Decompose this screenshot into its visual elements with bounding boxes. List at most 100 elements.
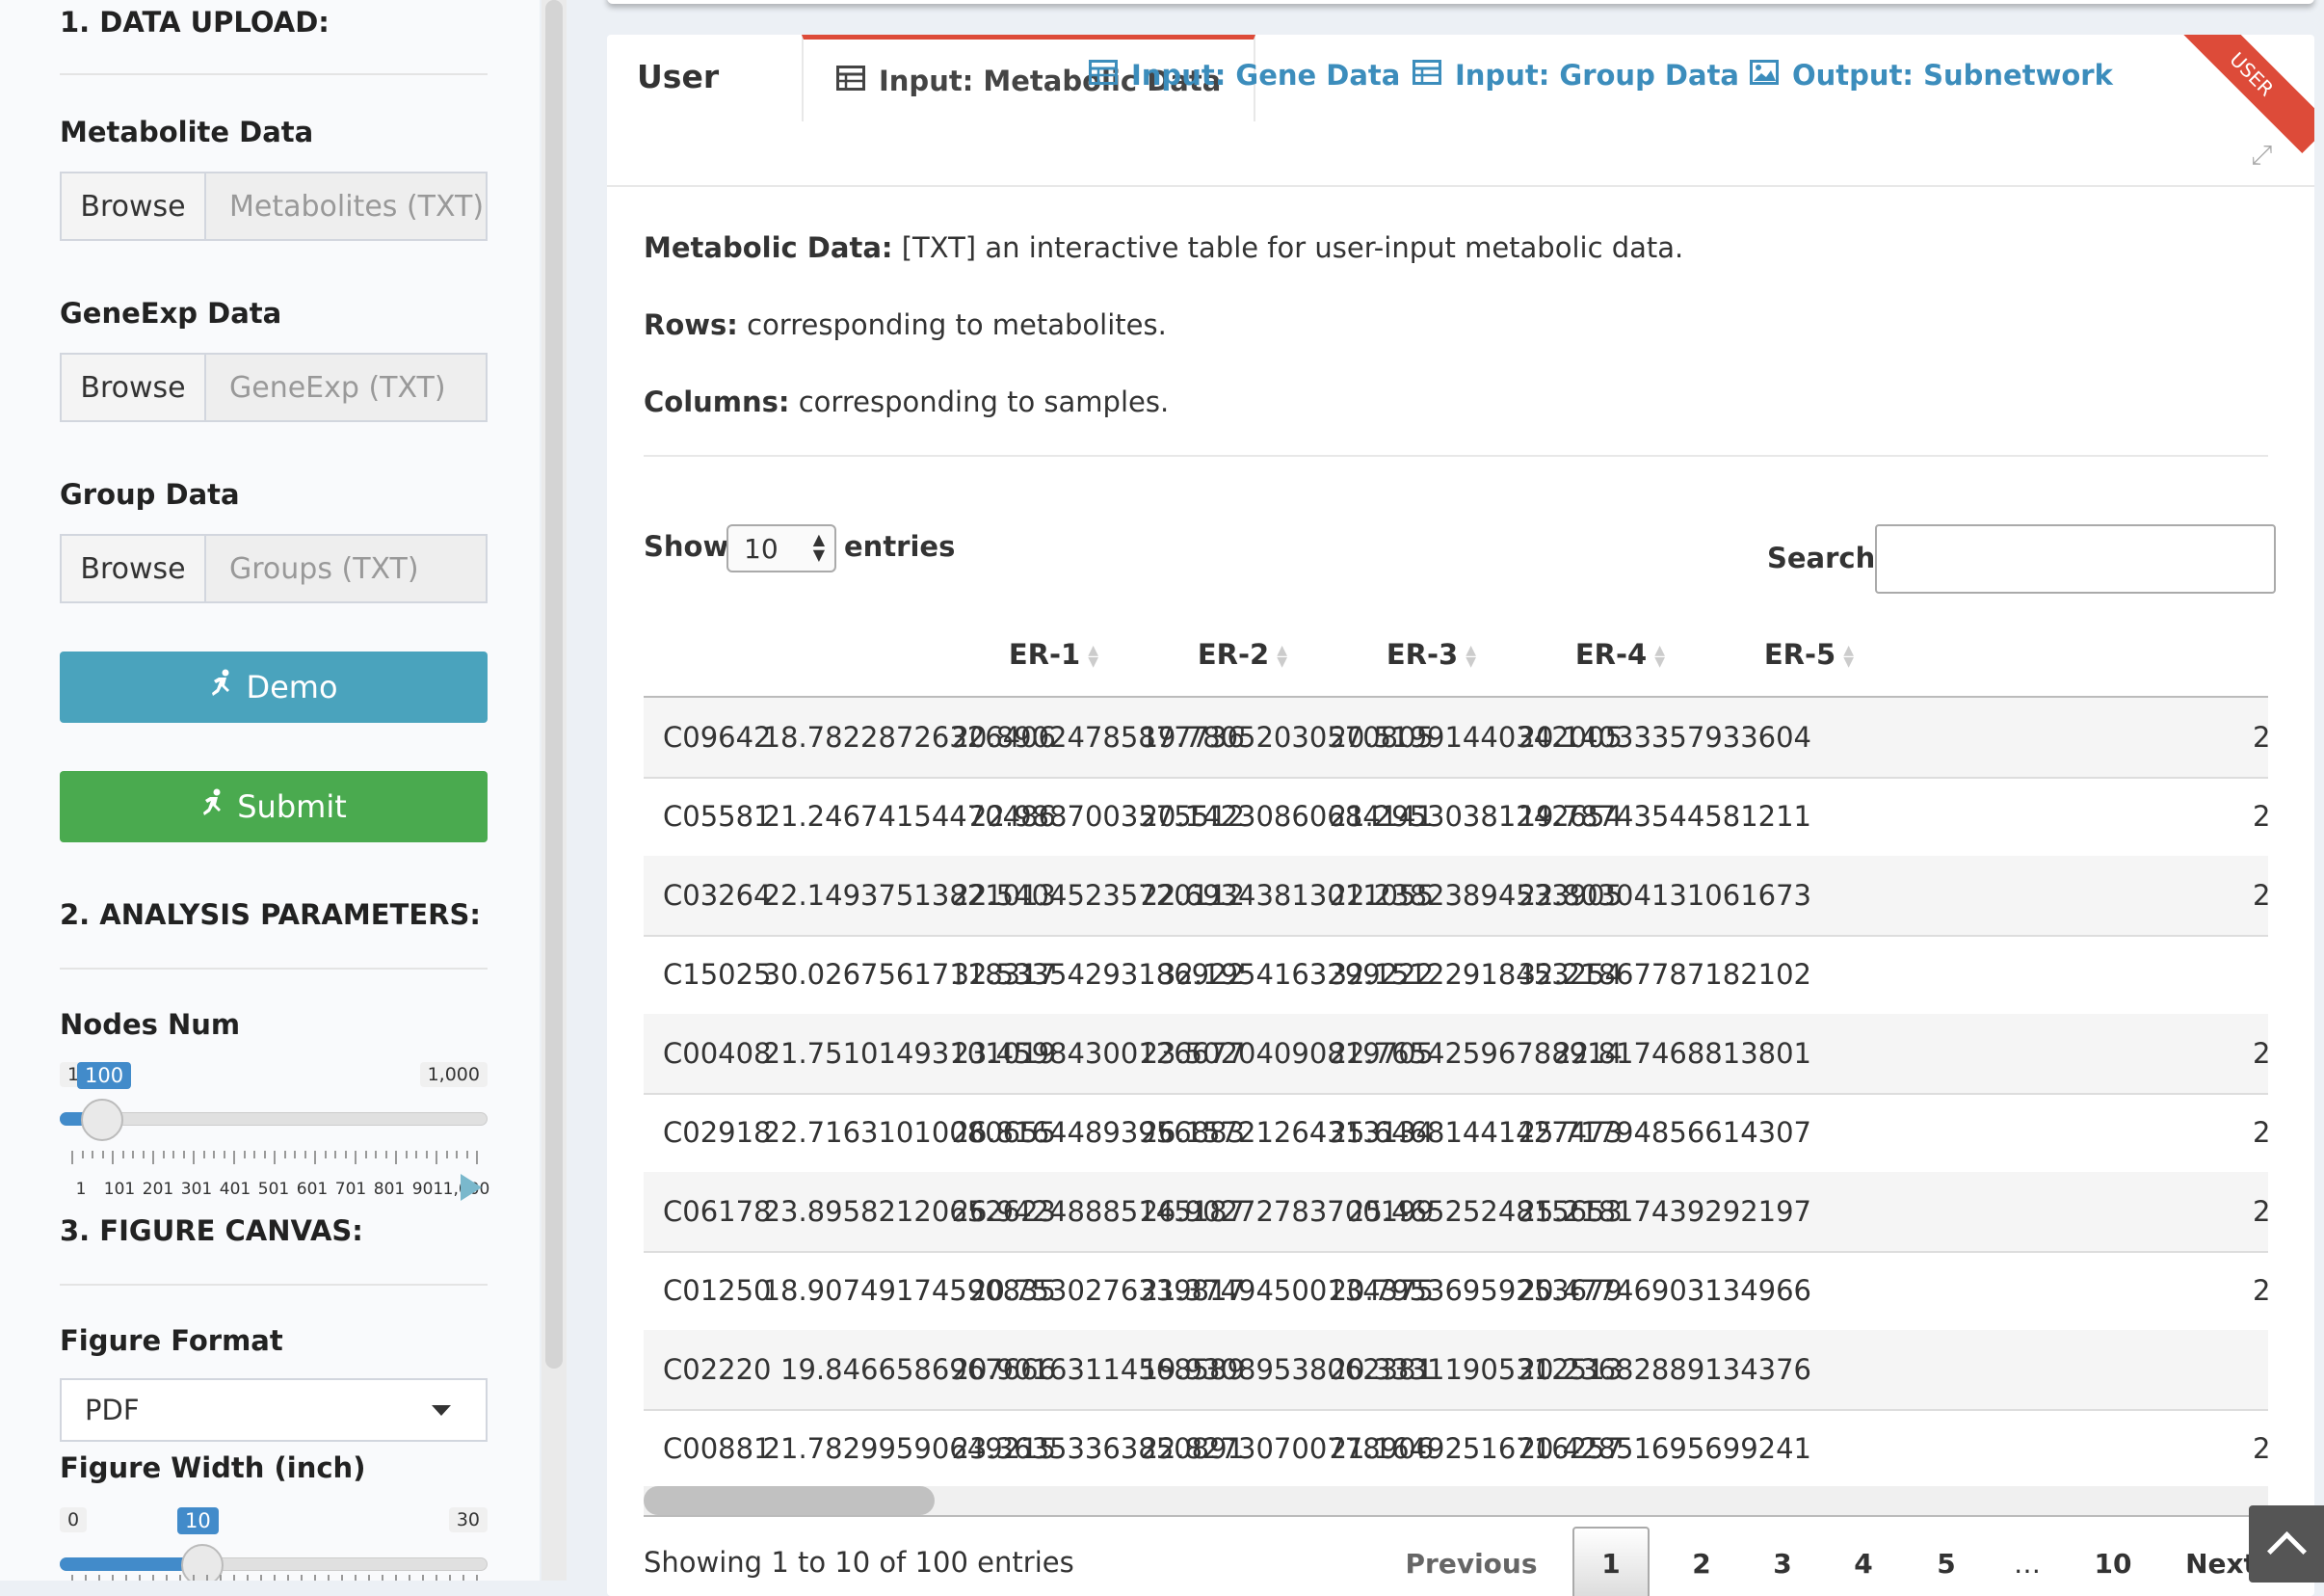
divider bbox=[644, 1515, 2268, 1517]
caret-down-icon bbox=[432, 1405, 451, 1416]
slider-tick bbox=[409, 1575, 410, 1581]
image-icon bbox=[1750, 59, 1779, 92]
tab-input-gene-data[interactable]: Input: Gene Data bbox=[1056, 35, 1433, 116]
slider-tick-labels: 1 101 201 301 401 501 601 701 801 901 1,000 bbox=[60, 1180, 490, 1201]
demo-button[interactable]: Demo bbox=[60, 652, 488, 723]
tab-input-group-data[interactable]: Input: Group Data bbox=[1380, 35, 1772, 116]
value-cell: 2 bbox=[2253, 1432, 2268, 1465]
pagination-page-4[interactable]: 4 bbox=[1838, 1527, 1888, 1596]
slider-tick bbox=[355, 1575, 357, 1581]
pagination-page-10[interactable]: 10 bbox=[2081, 1527, 2145, 1596]
metabolite-browse-button[interactable]: Browse bbox=[62, 173, 206, 239]
figure-format-select[interactable]: PDF bbox=[60, 1378, 488, 1442]
slider-tick bbox=[422, 1575, 424, 1581]
group-file-input[interactable]: Browse Groups (TXT) bbox=[60, 534, 488, 603]
slider-tick bbox=[304, 1151, 306, 1158]
slider-tick bbox=[193, 1575, 195, 1581]
geneexp-browse-button[interactable]: Browse bbox=[62, 355, 206, 420]
pagination-page-2[interactable]: 2 bbox=[1677, 1527, 1727, 1596]
slider-tick bbox=[445, 1151, 448, 1158]
slider-tick bbox=[193, 1151, 195, 1164]
entries-length-value: 10 bbox=[744, 532, 779, 565]
column-header-er-5[interactable]: ER-5 ▲ ▼ bbox=[1613, 638, 1854, 671]
row-id-cell: C02220 bbox=[663, 1353, 772, 1386]
slider-track[interactable] bbox=[60, 1112, 488, 1126]
divider bbox=[60, 1284, 488, 1286]
nodes-num-label: Nodes Num bbox=[60, 1008, 241, 1041]
sidebar-scrollbar-thumb[interactable] bbox=[545, 0, 563, 1369]
tab-output-subnetwork[interactable]: Output: Subnetwork bbox=[1717, 35, 2146, 116]
table-row: C09642 18.78228726326406 20.89024785877736… bbox=[644, 698, 2268, 779]
table-icon bbox=[1089, 59, 1118, 92]
slider-tick bbox=[274, 1151, 276, 1164]
row-id-cell: C06178 bbox=[663, 1195, 772, 1228]
slider-tick bbox=[395, 1575, 397, 1581]
pagination-page-1[interactable]: 1 bbox=[1572, 1527, 1650, 1596]
value-cell: 25.21817439292197 bbox=[1518, 1195, 1811, 1228]
metabolite-file-input[interactable]: Browse Metabolites (TXT) bbox=[60, 172, 488, 241]
slider-tick bbox=[247, 1575, 249, 1581]
slider-tick bbox=[462, 1575, 464, 1581]
geneexp-label: GeneExp Data bbox=[60, 297, 282, 330]
table-row: C03264 22.14937513821013 22.54045235720112… bbox=[644, 856, 2268, 937]
slider-value: 100 bbox=[77, 1062, 132, 1089]
slider-tick-label: 101 bbox=[103, 1180, 136, 1199]
slider-tick bbox=[260, 1575, 262, 1581]
tab-bar: User Input: Metabolic Data Input: Gene D… bbox=[607, 35, 2314, 187]
pagination-page-5[interactable]: 5 bbox=[1921, 1527, 1971, 1596]
pagination-page-3[interactable]: 3 bbox=[1757, 1527, 1808, 1596]
slider-tick-label: 301 bbox=[180, 1180, 213, 1199]
value-cell: 20.14033357933604 bbox=[1518, 721, 1811, 754]
group-browse-button[interactable]: Browse bbox=[62, 536, 206, 601]
slider-tick bbox=[243, 1151, 246, 1158]
scrollbar-thumb[interactable] bbox=[644, 1486, 935, 1515]
metabolite-file-name[interactable]: Metabolites (TXT) bbox=[206, 173, 486, 239]
group-file-name[interactable]: Groups (TXT) bbox=[206, 536, 486, 601]
figure-format-label: Figure Format bbox=[60, 1324, 283, 1357]
slider-tick bbox=[71, 1575, 73, 1581]
value-cell: 2 bbox=[2253, 1274, 2268, 1307]
running-person-icon bbox=[209, 669, 236, 705]
slider-tick bbox=[152, 1575, 154, 1581]
value-cell: 2 bbox=[2253, 1037, 2268, 1070]
demo-label: Demo bbox=[246, 669, 338, 705]
submit-button[interactable]: Submit bbox=[60, 771, 488, 842]
table-info: Showing 1 to 10 of 100 entries bbox=[644, 1546, 1074, 1579]
slider-tick bbox=[324, 1151, 327, 1158]
geneexp-file-input[interactable]: Browse GeneExp (TXT) bbox=[60, 353, 488, 422]
entries-length-select[interactable]: 10 ▲ ▼ bbox=[726, 524, 836, 572]
nodes-num-slider[interactable]: 1 100 1,000 1 101 201 301 401 501 601 701 801 901… bbox=[60, 1062, 490, 1207]
play-icon[interactable] bbox=[461, 1174, 482, 1201]
geneexp-file-name[interactable]: GeneExp (TXT) bbox=[206, 355, 486, 420]
tab-label: Output: Subnetwork bbox=[1792, 59, 2113, 92]
slider-tick bbox=[139, 1575, 141, 1581]
slider-tick-label: 801 bbox=[373, 1180, 406, 1199]
slider-max: 30 bbox=[448, 1507, 488, 1532]
table-row: C05581 21.24674154470486 22.9887003575512 2… bbox=[644, 777, 2268, 858]
slider-tick bbox=[112, 1151, 114, 1164]
search-input[interactable] bbox=[1875, 524, 2276, 594]
table-row: C02918 22.71631010080655 26.81644893956883… bbox=[644, 1093, 2268, 1174]
slider-tick bbox=[314, 1151, 316, 1164]
slider-min: 0 bbox=[60, 1507, 88, 1532]
slider-tick bbox=[182, 1151, 185, 1158]
value-cell: 2 bbox=[2253, 1116, 2268, 1149]
slider-handle[interactable] bbox=[81, 1099, 123, 1141]
figure-width-slider[interactable]: 0 10 30 bbox=[60, 1507, 488, 1581]
slider-tick-label: 701 bbox=[334, 1180, 367, 1199]
section-title-params: 2. ANALYSIS PARAMETERS: bbox=[60, 898, 481, 931]
back-to-top-button[interactable] bbox=[2249, 1505, 2324, 1583]
slider-tick bbox=[287, 1575, 289, 1581]
pagination-previous[interactable]: Previous bbox=[1406, 1527, 1538, 1596]
slider-tick-label: 201 bbox=[142, 1180, 174, 1199]
slider-tick bbox=[415, 1151, 417, 1158]
table-row: C06178 23.89582120652623 26.94248885145187… bbox=[644, 1172, 2268, 1253]
figure-format-value: PDF bbox=[85, 1394, 140, 1426]
tab-label: Input: Group Data bbox=[1455, 59, 1739, 92]
table-horizontal-scrollbar[interactable] bbox=[644, 1486, 2268, 1515]
slider-tick bbox=[449, 1575, 451, 1581]
table-icon bbox=[1413, 59, 1441, 92]
expand-icon[interactable]: ⤢ bbox=[2251, 139, 2272, 172]
slider-tick bbox=[152, 1151, 154, 1164]
table-row: C15025 30.02675617118317 32.53354293186922… bbox=[644, 935, 2268, 1016]
